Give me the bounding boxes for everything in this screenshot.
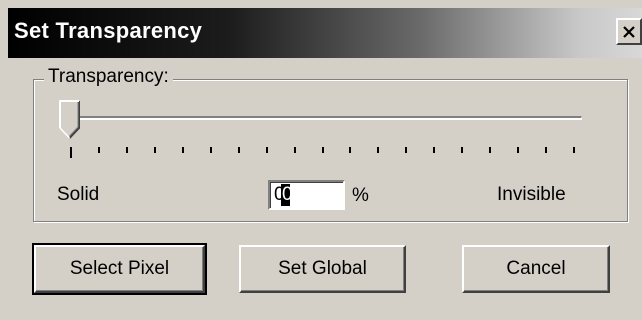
slider-tick [126,147,128,153]
solid-label: Solid [57,184,100,205]
slider-tick [461,147,463,153]
invisible-label: Invisible [497,184,566,205]
slider-thumb[interactable] [59,100,81,140]
cancel-label: Cancel [506,258,566,279]
slider-ticks [70,147,575,159]
set-global-button[interactable]: Set Global [239,245,406,293]
cancel-button[interactable]: Cancel [462,245,610,293]
slider-tick [545,147,547,153]
slider-track[interactable] [70,116,582,120]
slider-tick [266,147,268,153]
set-transparency-dialog: Set Transparency Transparency: Solid 0 %… [0,0,642,320]
slider-tick [322,147,324,153]
close-icon [622,25,636,39]
slider-tick [349,147,351,153]
slider-tick [377,147,379,153]
slider-tick [294,147,296,153]
transparency-value-input[interactable] [268,180,345,210]
percent-label: % [352,185,369,206]
slider-tick [98,147,100,153]
slider-tick [238,147,240,153]
slider-tick [182,147,184,153]
close-button[interactable] [616,18,642,45]
slider-tick [405,147,407,153]
slider-tick [433,147,435,153]
slider-tick [70,147,72,158]
window-title: Set Transparency [14,18,203,43]
slider-tick [210,147,212,153]
select-pixel-label: Select Pixel [69,258,170,279]
transparency-group-label: Transparency: [44,66,173,88]
selected-value-text: 0 [282,184,293,205]
slider-tick [154,147,156,153]
select-pixel-button[interactable]: Select Pixel [32,243,207,295]
slider-tick [517,147,519,153]
set-global-label: Set Global [278,258,367,279]
slider-tick [573,147,575,153]
slider-tick [489,147,491,153]
title-bar[interactable]: Set Transparency [8,8,642,58]
